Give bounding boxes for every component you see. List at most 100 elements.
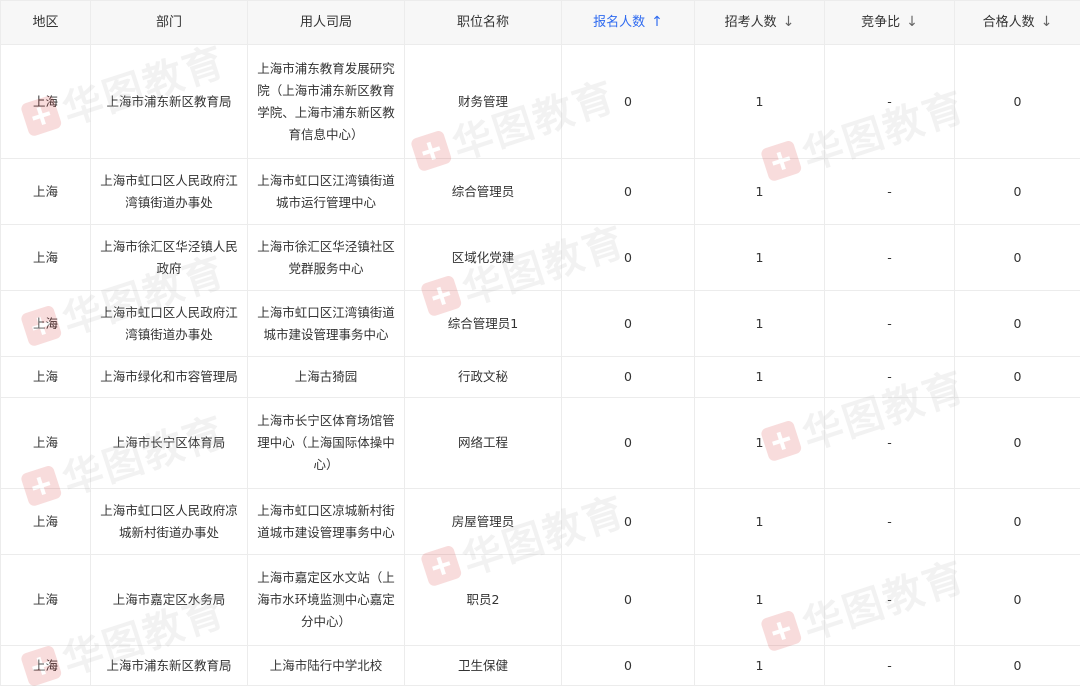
header-qualified-label: 合格人数	[982, 15, 1035, 30]
cell-applicants: 0	[561, 645, 695, 686]
table-row: 上海 上海市虹口区人民政府江湾镇街道办事处 上海市虹口区江湾镇街道城市运行管理中…	[0, 158, 1080, 225]
cell-applicants: 0	[561, 158, 695, 225]
cell-employer: 上海市徐汇区华泾镇社区党群服务中心	[247, 224, 405, 291]
cell-qualified: 0	[954, 397, 1080, 489]
table-row: 上海 上海市嘉定区水务局 上海市嘉定区水文站（上海市水环境监测中心嘉定分中心） …	[0, 554, 1080, 646]
cell-region: 上海	[0, 44, 91, 159]
cell-ratio: -	[824, 397, 955, 489]
cell-region: 上海	[0, 554, 91, 646]
header-ratio-sort[interactable]: 竞争比 ↓	[824, 0, 955, 45]
cell-applicants: 0	[561, 356, 695, 398]
table-header-row: 地区 部门 用人司局 职位名称 报名人数 ↑ 招考人数 ↓ 竞争比 ↓ 合格人数 ↓	[0, 0, 1080, 45]
cell-position: 职员2	[404, 554, 562, 646]
header-department-label: 部门	[155, 14, 182, 30]
cell-department: 上海市虹口区人民政府江湾镇街道办事处	[90, 290, 248, 357]
cell-employer: 上海市陆行中学北校	[247, 645, 405, 686]
cell-position: 网络工程	[404, 397, 562, 489]
cell-department: 上海市长宁区体育局	[90, 397, 248, 489]
table-row: 上海 上海市绿化和市容管理局 上海古猗园 行政文秘 0 1 - 0	[0, 356, 1080, 398]
cell-position: 财务管理	[404, 44, 562, 159]
cell-ratio: -	[824, 554, 955, 646]
cell-employer: 上海市虹口区江湾镇街道城市建设管理事务中心	[247, 290, 405, 357]
cell-qualified: 0	[954, 356, 1080, 398]
cell-qualified: 0	[954, 224, 1080, 291]
recruitment-table: 地区 部门 用人司局 职位名称 报名人数 ↑ 招考人数 ↓ 竞争比 ↓ 合格人数 ↓ 上…	[0, 0, 1080, 686]
cell-ratio: -	[824, 645, 955, 686]
sort-arrow-down-icon[interactable]: ↓	[906, 11, 918, 33]
sort-arrow-up-icon[interactable]: ↑	[651, 11, 663, 33]
table-row: 上海 上海市虹口区人民政府凉城新村街道办事处 上海市虹口区凉城新村街道城市建设管…	[0, 488, 1080, 555]
cell-department: 上海市绿化和市容管理局	[90, 356, 248, 398]
cell-applicants: 0	[561, 397, 695, 489]
cell-qualified: 0	[954, 290, 1080, 357]
cell-region: 上海	[0, 488, 91, 555]
cell-region: 上海	[0, 290, 91, 357]
cell-qualified: 0	[954, 554, 1080, 646]
cell-position: 行政文秘	[404, 356, 562, 398]
cell-applicants: 0	[561, 554, 695, 646]
cell-qualified: 0	[954, 158, 1080, 225]
cell-recruits: 1	[694, 290, 825, 357]
cell-applicants: 0	[561, 44, 695, 159]
table-row: 上海 上海市长宁区体育局 上海市长宁区体育场馆管理中心（上海国际体操中心） 网络…	[0, 397, 1080, 489]
cell-region: 上海	[0, 645, 91, 686]
cell-ratio: -	[824, 290, 955, 357]
cell-ratio: -	[824, 224, 955, 291]
header-region-label: 地区	[32, 14, 59, 30]
cell-applicants: 0	[561, 290, 695, 357]
header-ratio-label: 竞争比	[861, 15, 901, 30]
header-employer-label: 用人司局	[299, 14, 352, 30]
cell-ratio: -	[824, 44, 955, 159]
header-recruits-sort[interactable]: 招考人数 ↓	[694, 0, 825, 45]
cell-employer: 上海市虹口区凉城新村街道城市建设管理事务中心	[247, 488, 405, 555]
header-recruits-label: 招考人数	[724, 15, 777, 30]
cell-department: 上海市嘉定区水务局	[90, 554, 248, 646]
cell-region: 上海	[0, 356, 91, 398]
table-row: 上海 上海市浦东新区教育局 上海市浦东教育发展研究院（上海市浦东新区教育学院、上…	[0, 44, 1080, 159]
cell-department: 上海市徐汇区华泾镇人民政府	[90, 224, 248, 291]
recruitment-table-container: 地区 部门 用人司局 职位名称 报名人数 ↑ 招考人数 ↓ 竞争比 ↓ 合格人数 ↓ 上…	[0, 0, 1080, 699]
cell-department: 上海市虹口区人民政府凉城新村街道办事处	[90, 488, 248, 555]
cell-recruits: 1	[694, 488, 825, 555]
cell-employer: 上海市虹口区江湾镇街道城市运行管理中心	[247, 158, 405, 225]
cell-position: 房屋管理员	[404, 488, 562, 555]
cell-recruits: 1	[694, 554, 825, 646]
cell-position: 综合管理员	[404, 158, 562, 225]
cell-employer: 上海市浦东教育发展研究院（上海市浦东新区教育学院、上海市浦东新区教育信息中心）	[247, 44, 405, 159]
cell-recruits: 1	[694, 158, 825, 225]
cell-applicants: 0	[561, 224, 695, 291]
cell-department: 上海市浦东新区教育局	[90, 645, 248, 686]
table-row: 上海 上海市徐汇区华泾镇人民政府 上海市徐汇区华泾镇社区党群服务中心 区域化党建…	[0, 224, 1080, 291]
cell-qualified: 0	[954, 645, 1080, 686]
table-row: 上海 上海市浦东新区教育局 上海市陆行中学北校 卫生保健 0 1 - 0	[0, 645, 1080, 686]
cell-recruits: 1	[694, 645, 825, 686]
cell-employer: 上海市长宁区体育场馆管理中心（上海国际体操中心）	[247, 397, 405, 489]
cell-employer: 上海古猗园	[247, 356, 405, 398]
sort-arrow-down-icon[interactable]: ↓	[1041, 11, 1053, 33]
cell-region: 上海	[0, 224, 91, 291]
cell-region: 上海	[0, 158, 91, 225]
cell-recruits: 1	[694, 224, 825, 291]
cell-recruits: 1	[694, 44, 825, 159]
header-department: 部门	[90, 0, 248, 45]
cell-region: 上海	[0, 397, 91, 489]
cell-ratio: -	[824, 488, 955, 555]
cell-position: 综合管理员1	[404, 290, 562, 357]
cell-qualified: 0	[954, 488, 1080, 555]
cell-recruits: 1	[694, 397, 825, 489]
cell-ratio: -	[824, 158, 955, 225]
cell-recruits: 1	[694, 356, 825, 398]
cell-qualified: 0	[954, 44, 1080, 159]
cell-applicants: 0	[561, 488, 695, 555]
header-position: 职位名称	[404, 0, 562, 45]
header-qualified-sort[interactable]: 合格人数 ↓	[954, 0, 1080, 45]
cell-ratio: -	[824, 356, 955, 398]
cell-employer: 上海市嘉定区水文站（上海市水环境监测中心嘉定分中心）	[247, 554, 405, 646]
header-employer: 用人司局	[247, 0, 405, 45]
sort-arrow-down-icon[interactable]: ↓	[783, 11, 795, 33]
header-applicants-sort[interactable]: 报名人数 ↑	[561, 0, 695, 45]
cell-position: 卫生保健	[404, 645, 562, 686]
table-row: 上海 上海市虹口区人民政府江湾镇街道办事处 上海市虹口区江湾镇街道城市建设管理事…	[0, 290, 1080, 357]
cell-department: 上海市虹口区人民政府江湾镇街道办事处	[90, 158, 248, 225]
header-applicants-label: 报名人数	[593, 15, 646, 30]
